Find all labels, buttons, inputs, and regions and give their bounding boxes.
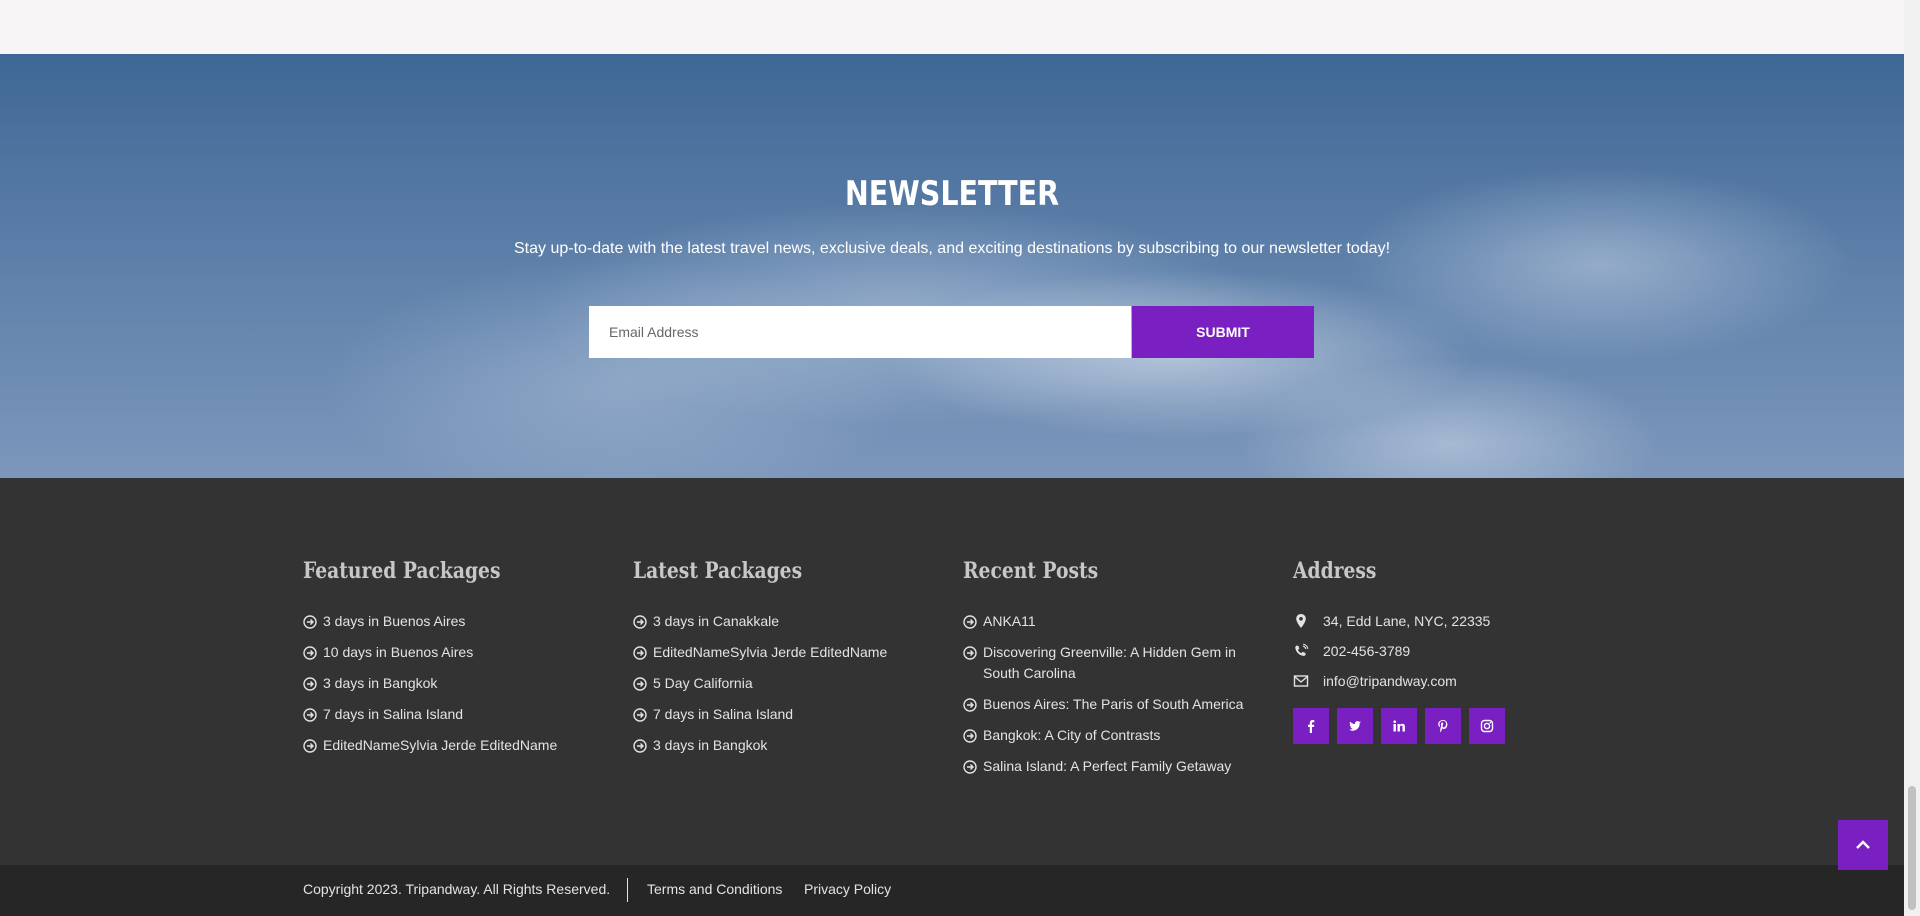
recent-post-link[interactable]: Buenos Aires: The Paris of South America: [963, 694, 1253, 715]
featured-package-link[interactable]: 3 days in Buenos Aires: [303, 611, 557, 632]
latest-package-link[interactable]: EditedNameSylvia Jerde EditedName: [633, 642, 887, 663]
page-scrollbar[interactable]: [1904, 0, 1920, 916]
address-heading: Address: [1293, 558, 1377, 584]
arrow-circle-right-icon: [963, 698, 977, 712]
recent-posts-heading: Recent Posts: [963, 558, 1099, 584]
latest-package-link[interactable]: 7 days in Salina Island: [633, 704, 887, 725]
address-email-row: info@tripandway.com: [1293, 671, 1505, 692]
social-links: [1293, 708, 1505, 744]
newsletter-description: Stay up-to-date with the latest travel n…: [513, 240, 1391, 257]
arrow-circle-right-icon: [633, 677, 647, 691]
submit-button[interactable]: SUBMIT: [1132, 306, 1314, 358]
newsletter-section: NEWSLETTER Stay up-to-date with the late…: [0, 54, 1904, 478]
linkedin-icon[interactable]: [1381, 708, 1417, 744]
arrow-circle-right-icon: [633, 708, 647, 722]
map-marker-icon: [1296, 614, 1306, 628]
recent-post-link[interactable]: Salina Island: A Perfect Family Getaway: [963, 756, 1253, 777]
featured-package-link[interactable]: 7 days in Salina Island: [303, 704, 557, 725]
chevron-up-icon: [1856, 840, 1870, 849]
address-phone-row: 202-456-3789: [1293, 641, 1505, 662]
envelope-icon: [1293, 675, 1309, 687]
arrow-circle-right-icon: [303, 615, 317, 629]
address-email: info@tripandway.com: [1323, 673, 1457, 689]
arrow-circle-right-icon: [963, 760, 977, 774]
latest-packages-column: Latest Packages 3 days in Canakkale Edit…: [633, 558, 887, 766]
recent-posts-column: Recent Posts ANKA11 Discovering Greenvil…: [963, 558, 1253, 787]
facebook-icon[interactable]: [1293, 708, 1329, 744]
featured-packages-column: Featured Packages 3 days in Buenos Aires…: [303, 558, 557, 766]
email-input[interactable]: [589, 306, 1131, 358]
arrow-circle-right-icon: [303, 646, 317, 660]
featured-package-link[interactable]: 3 days in Bangkok: [303, 673, 557, 694]
latest-package-link[interactable]: 3 days in Bangkok: [633, 735, 887, 756]
arrow-circle-right-icon: [303, 708, 317, 722]
scrollbar-thumb[interactable]: [1908, 786, 1916, 910]
newsletter-form: SUBMIT: [589, 306, 1314, 358]
address-column: Address 34, Edd Lane, NYC, 22335 202-456…: [1293, 558, 1505, 744]
recent-post-link[interactable]: ANKA11: [963, 611, 1253, 632]
arrow-circle-right-icon: [303, 677, 317, 691]
featured-package-link[interactable]: 10 days in Buenos Aires: [303, 642, 557, 663]
copyright-text: Copyright 2023. Tripandway. All Rights R…: [303, 881, 611, 897]
featured-package-link[interactable]: EditedNameSylvia Jerde EditedName: [303, 735, 557, 756]
page-top-area: [0, 0, 1904, 54]
latest-package-link[interactable]: 5 Day California: [633, 673, 887, 694]
privacy-link[interactable]: Privacy Policy: [804, 881, 891, 897]
footer: Featured Packages 3 days in Buenos Aires…: [0, 478, 1904, 865]
address-street: 34, Edd Lane, NYC, 22335: [1323, 613, 1491, 629]
address-street-row: 34, Edd Lane, NYC, 22335: [1293, 611, 1505, 632]
bottom-bar: Copyright 2023. Tripandway. All Rights R…: [0, 865, 1904, 916]
address-phone: 202-456-3789: [1323, 643, 1411, 659]
arrow-circle-right-icon: [963, 615, 977, 629]
scroll-to-top-button[interactable]: [1838, 820, 1888, 870]
arrow-circle-right-icon: [633, 646, 647, 660]
recent-post-link[interactable]: Bangkok: A City of Contrasts: [963, 725, 1253, 746]
terms-link[interactable]: Terms and Conditions: [647, 881, 782, 897]
arrow-circle-right-icon: [303, 739, 317, 753]
featured-packages-heading: Featured Packages: [303, 558, 501, 584]
instagram-icon[interactable]: [1469, 708, 1505, 744]
latest-package-link[interactable]: 3 days in Canakkale: [633, 611, 887, 632]
arrow-circle-right-icon: [963, 729, 977, 743]
pinterest-icon[interactable]: [1425, 708, 1461, 744]
arrow-circle-right-icon: [633, 739, 647, 753]
newsletter-title: NEWSLETTER: [844, 174, 1060, 214]
arrow-circle-right-icon: [633, 615, 647, 629]
twitter-icon[interactable]: [1337, 708, 1373, 744]
phone-volume-icon: [1295, 643, 1309, 656]
latest-packages-heading: Latest Packages: [633, 558, 803, 584]
divider: [627, 878, 628, 902]
recent-post-link[interactable]: Discovering Greenville: A Hidden Gem in …: [963, 642, 1253, 684]
arrow-circle-right-icon: [963, 646, 977, 660]
